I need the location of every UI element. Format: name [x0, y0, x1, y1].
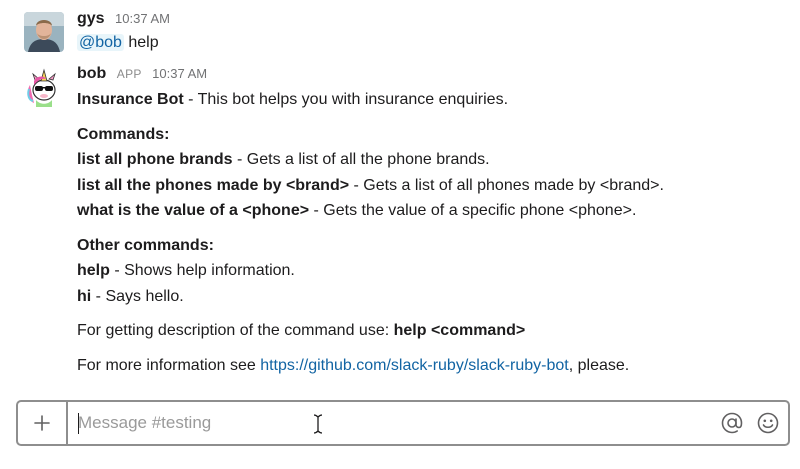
more-info: For more information see https://github.…: [77, 353, 790, 379]
bot-name: Insurance Bot: [77, 91, 184, 108]
attach-button[interactable]: [18, 402, 68, 444]
emoji-icon: [757, 412, 779, 434]
timestamp[interactable]: 10:37 AM: [115, 11, 170, 26]
bot-intro: Insurance Bot - This bot helps you with …: [77, 87, 790, 113]
command-desc: - Gets the value of a specific phone <ph…: [309, 202, 637, 219]
command-item: list all phone brands - Gets a list of a…: [77, 147, 790, 173]
message-body: help: [123, 34, 159, 51]
user-avatar[interactable]: [24, 12, 64, 52]
message-composer: [16, 400, 790, 446]
command-desc: - Says hello.: [91, 287, 184, 305]
command-item: help - Shows help information.: [77, 258, 790, 284]
plus-icon: [34, 415, 50, 431]
command-item: list all the phones made by <brand> - Ge…: [77, 173, 790, 199]
command-item: hi - Says hello.: [77, 284, 790, 310]
message-text: @bob help: [77, 30, 790, 56]
commands-heading-text: Commands:: [77, 125, 170, 143]
at-sign-icon: [721, 412, 743, 434]
other-commands-heading-text: Other commands:: [77, 236, 214, 254]
author-name[interactable]: gys: [77, 10, 105, 27]
hint-command: help <command>: [393, 322, 526, 339]
command-name: hi: [77, 287, 92, 305]
command-name: what is the value of a <phone>: [77, 202, 310, 219]
app-badge: APP: [116, 67, 142, 81]
command-item: what is the value of a <phone> - Gets th…: [77, 198, 790, 224]
ibeam-cursor-icon: [313, 414, 323, 434]
command-name: list all the phones made by <brand>: [77, 176, 350, 194]
user-mention[interactable]: @bob: [77, 34, 124, 51]
unicorn-icon: [24, 67, 64, 107]
emoji-button[interactable]: [756, 411, 780, 435]
mention-button[interactable]: [720, 411, 744, 435]
other-commands-heading: Other commands:: [77, 233, 790, 259]
command-desc: - Gets a list of all phones made by <bra…: [349, 176, 664, 194]
command-name: list all phone brands: [77, 151, 233, 168]
bot-description: - This bot helps you with insurance enqu…: [183, 91, 509, 108]
author-name[interactable]: bob: [77, 65, 106, 82]
description-hint: For getting description of the command u…: [77, 318, 790, 344]
command-desc: - Shows help information.: [109, 262, 295, 279]
github-link[interactable]: https://github.com/slack-ruby/slack-ruby…: [260, 357, 569, 374]
message-input[interactable]: [78, 411, 638, 435]
hint-text: For getting description of the command u…: [77, 322, 394, 339]
user-photo-icon: [24, 12, 64, 52]
text-caret: [78, 413, 79, 434]
commands-heading: Commands:: [77, 122, 790, 148]
command-desc: - Gets a list of all the phone brands.: [232, 151, 490, 168]
bot-avatar[interactable]: [24, 67, 64, 107]
command-name: help: [77, 262, 110, 279]
more-info-prefix: For more information see: [77, 356, 261, 374]
timestamp[interactable]: 10:37 AM: [152, 66, 207, 81]
more-info-suffix: , please.: [568, 356, 630, 374]
